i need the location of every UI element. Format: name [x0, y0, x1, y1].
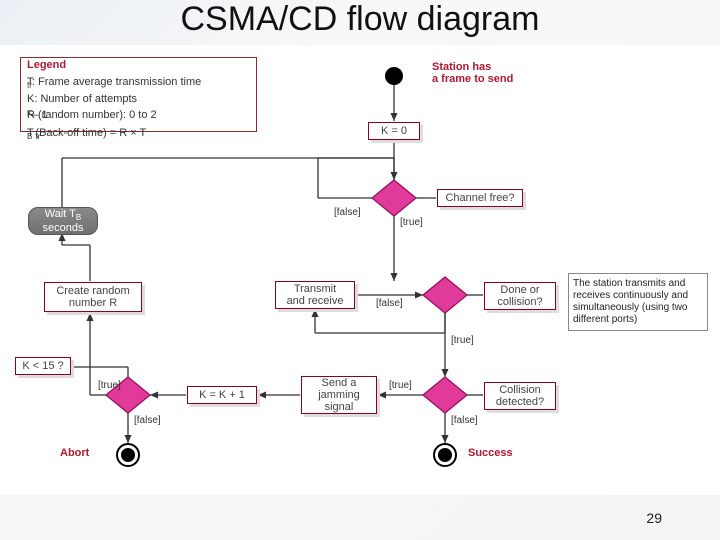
- k-lt15-label: K < 15 ?: [15, 357, 71, 375]
- jamming-box: Send a jamming signal: [301, 376, 377, 414]
- collision-detected-label: Collision detected?: [484, 382, 556, 410]
- wait-tb-box: Wait TB seconds: [28, 207, 98, 235]
- edge-label-false: [false]: [134, 415, 161, 426]
- edge-label-true: [true]: [389, 380, 412, 391]
- start-node: [385, 67, 403, 85]
- edge-label-true: [true]: [451, 335, 474, 346]
- legend-box: Legend Tfr: Frame average transmission t…: [20, 57, 257, 132]
- legend-heading: Legend: [27, 58, 250, 74]
- abort-label: Abort: [60, 447, 89, 459]
- legend-line-4: TB (Back-off time) = R × Tfr: [27, 126, 250, 143]
- wait-tb-sub: B: [76, 213, 81, 222]
- legend-line-1: Tfr: Frame average transmission time: [27, 75, 250, 92]
- done-collision-label: Done or collision?: [484, 282, 556, 310]
- legend-line-3: R (random number): 0 to 2K – 1: [27, 108, 250, 127]
- annotation-box: The station transmits and receives conti…: [568, 273, 708, 331]
- start-label: Station has a frame to send: [432, 61, 552, 85]
- wait-tb-pre: Wait T: [45, 208, 76, 220]
- legend-line-2: K: Number of attempts: [27, 92, 250, 108]
- legend-l3-post: – 1: [32, 108, 47, 124]
- k-inc-box: K = K + 1: [187, 386, 257, 404]
- edge-label-false: [false]: [451, 415, 478, 426]
- edge-label-true: [true]: [98, 380, 121, 391]
- wait-tb-post: seconds: [43, 222, 84, 234]
- edge-label-true: [true]: [400, 217, 423, 228]
- flow-diagram: Legend Tfr: Frame average transmission t…: [0, 45, 720, 495]
- success-end: [433, 443, 457, 467]
- edge-label-false: [false]: [376, 298, 403, 309]
- legend-l1-post: : Frame average transmission time: [32, 75, 201, 91]
- edge-label-false: [false]: [334, 207, 361, 218]
- k-init-box: K = 0: [368, 122, 420, 140]
- create-r-box: Create random number R: [44, 282, 142, 312]
- page-title: CSMA/CD flow diagram: [0, 0, 720, 39]
- abort-end: [116, 443, 140, 467]
- legend-l4-pre: T: [27, 126, 34, 142]
- transmit-box: Transmit and receive: [275, 281, 355, 309]
- legend-l4-mid: (Back-off time) = R × T: [35, 126, 146, 142]
- page-number: 29: [646, 510, 662, 526]
- channel-free-label: Channel free?: [437, 189, 523, 207]
- wait-tb-text: Wait TB seconds: [43, 208, 84, 234]
- success-label: Success: [468, 447, 513, 459]
